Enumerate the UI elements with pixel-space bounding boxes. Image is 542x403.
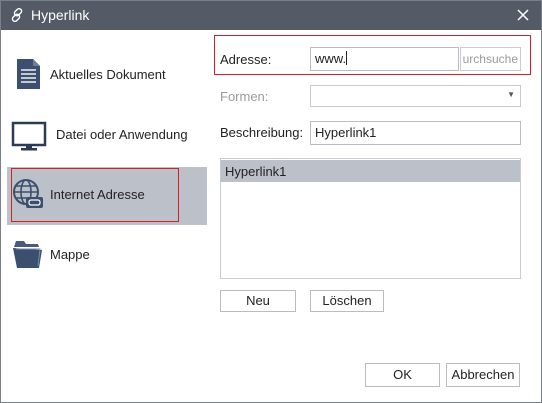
description-value: Hyperlink1 [315,125,377,140]
link-icon [11,7,23,23]
list-item[interactable]: Hyperlink1 [221,160,520,182]
hyperlink-list[interactable]: Hyperlink1 [220,158,521,279]
monitor-icon [11,121,47,151]
sidebar-item-current-document[interactable]: Aktuelles Dokument [7,47,207,105]
chevron-down-icon: ▼ [507,90,515,99]
title-bar: Hyperlink [1,1,541,30]
address-value: www. [315,51,347,66]
address-input[interactable]: www. [310,47,459,71]
selection-highlight-outline [11,168,179,222]
window-title: Hyperlink [31,7,90,23]
formen-label: Formen: [220,89,269,104]
folder-icon [13,241,42,268]
text-caret [346,51,348,65]
sidebar-item-folder[interactable]: Mappe [7,227,207,285]
new-button[interactable]: Neu [220,290,296,312]
hyperlink-dialog: Hyperlink Aktuelles Dokument Datei oder … [0,0,542,403]
browse-button[interactable]: urchsuche [460,47,521,71]
description-label: Beschreibung: [220,125,304,140]
sidebar-item-file-or-application[interactable]: Datei oder Anwendung [7,107,207,165]
description-input[interactable]: Hyperlink1 [310,121,521,145]
formen-select[interactable]: ▼ [310,85,521,107]
sidebar-item-label: Aktuelles Dokument [50,67,166,82]
delete-button[interactable]: Löschen [310,290,384,312]
sidebar-item-label: Datei oder Anwendung [56,127,188,142]
address-label: Adresse: [220,52,272,67]
sidebar-item-label: Mappe [50,247,90,262]
cancel-button[interactable]: Abbrechen [446,363,520,387]
document-icon [17,59,40,89]
close-icon[interactable] [515,7,531,23]
browse-button-label: urchsuche [462,52,518,66]
ok-button[interactable]: OK [365,363,440,387]
